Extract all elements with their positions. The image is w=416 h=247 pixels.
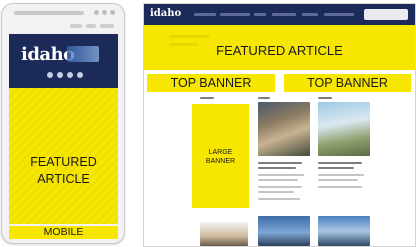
nav-link-2[interactable] <box>220 13 250 16</box>
article-headline[interactable] <box>318 162 362 164</box>
article-text <box>258 179 298 181</box>
nav-link-3[interactable] <box>254 13 266 16</box>
mobile-screen: idaho FEATURED ARTICLE <box>9 34 118 224</box>
mobile-device-label: MOBILE <box>9 226 118 239</box>
top-banner-right[interactable]: TOP BANNER <box>284 74 411 92</box>
article-text <box>318 174 364 176</box>
social-icon-4[interactable] <box>77 72 83 78</box>
desktop-search-input[interactable] <box>364 9 408 20</box>
signal-icon <box>94 10 99 15</box>
desktop-featured-article-label: FEATURED ARTICLE <box>216 43 343 58</box>
large-banner-slot[interactable]: LARGE BANNER <box>192 104 249 208</box>
article-image[interactable] <box>258 216 310 246</box>
desktop-featured-article-slot[interactable]: FEATURED ARTICLE <box>144 25 415 70</box>
article-headline[interactable] <box>318 167 354 169</box>
article-image[interactable] <box>200 222 248 246</box>
social-icon-1[interactable] <box>47 72 53 78</box>
article-text <box>258 174 304 176</box>
social-icon-2[interactable] <box>57 72 63 78</box>
ghost-text <box>169 35 209 38</box>
article-headline[interactable] <box>258 162 302 164</box>
featured-label-line2: ARTICLE <box>37 172 90 186</box>
logo-graphic <box>67 46 99 62</box>
nav-link-4[interactable] <box>272 13 296 16</box>
battery-icon <box>110 10 115 15</box>
desktop-nav-bar: idaho <box>144 4 415 25</box>
article-text <box>318 186 362 188</box>
article-text <box>318 179 358 181</box>
wifi-icon <box>102 10 107 15</box>
column-heading-1 <box>200 97 214 99</box>
mobile-featured-article-slot[interactable]: FEATURED ARTICLE <box>9 88 118 224</box>
mobile-featured-article-label: FEATURED ARTICLE <box>9 154 118 188</box>
article-headline[interactable] <box>258 167 296 169</box>
nav-link-6[interactable] <box>324 13 354 16</box>
browser-tab-icon <box>70 24 82 28</box>
article-text <box>258 186 302 188</box>
article-text <box>258 191 294 193</box>
column-heading-2 <box>258 97 270 99</box>
column-heading-3 <box>318 97 332 99</box>
nav-link-5[interactable] <box>302 13 318 16</box>
desktop-site-logo[interactable]: idaho <box>150 8 181 19</box>
browser-menu-icon <box>100 24 114 28</box>
article-image[interactable] <box>318 102 370 156</box>
social-icon-3[interactable] <box>67 72 73 78</box>
top-banner-left[interactable]: TOP BANNER <box>147 74 275 92</box>
status-text-placeholder <box>14 11 84 15</box>
large-banner-line1: LARGE <box>208 149 233 156</box>
browser-reload-icon <box>86 24 96 28</box>
mobile-browser-bar <box>8 22 116 30</box>
article-image[interactable] <box>318 216 370 246</box>
article-text <box>258 198 300 200</box>
article-image[interactable] <box>258 102 310 156</box>
large-banner-line2: BANNER <box>205 158 236 165</box>
mobile-status-bar <box>6 8 118 18</box>
featured-label-line1: FEATURED <box>30 155 97 169</box>
nav-link-1[interactable] <box>194 13 216 16</box>
